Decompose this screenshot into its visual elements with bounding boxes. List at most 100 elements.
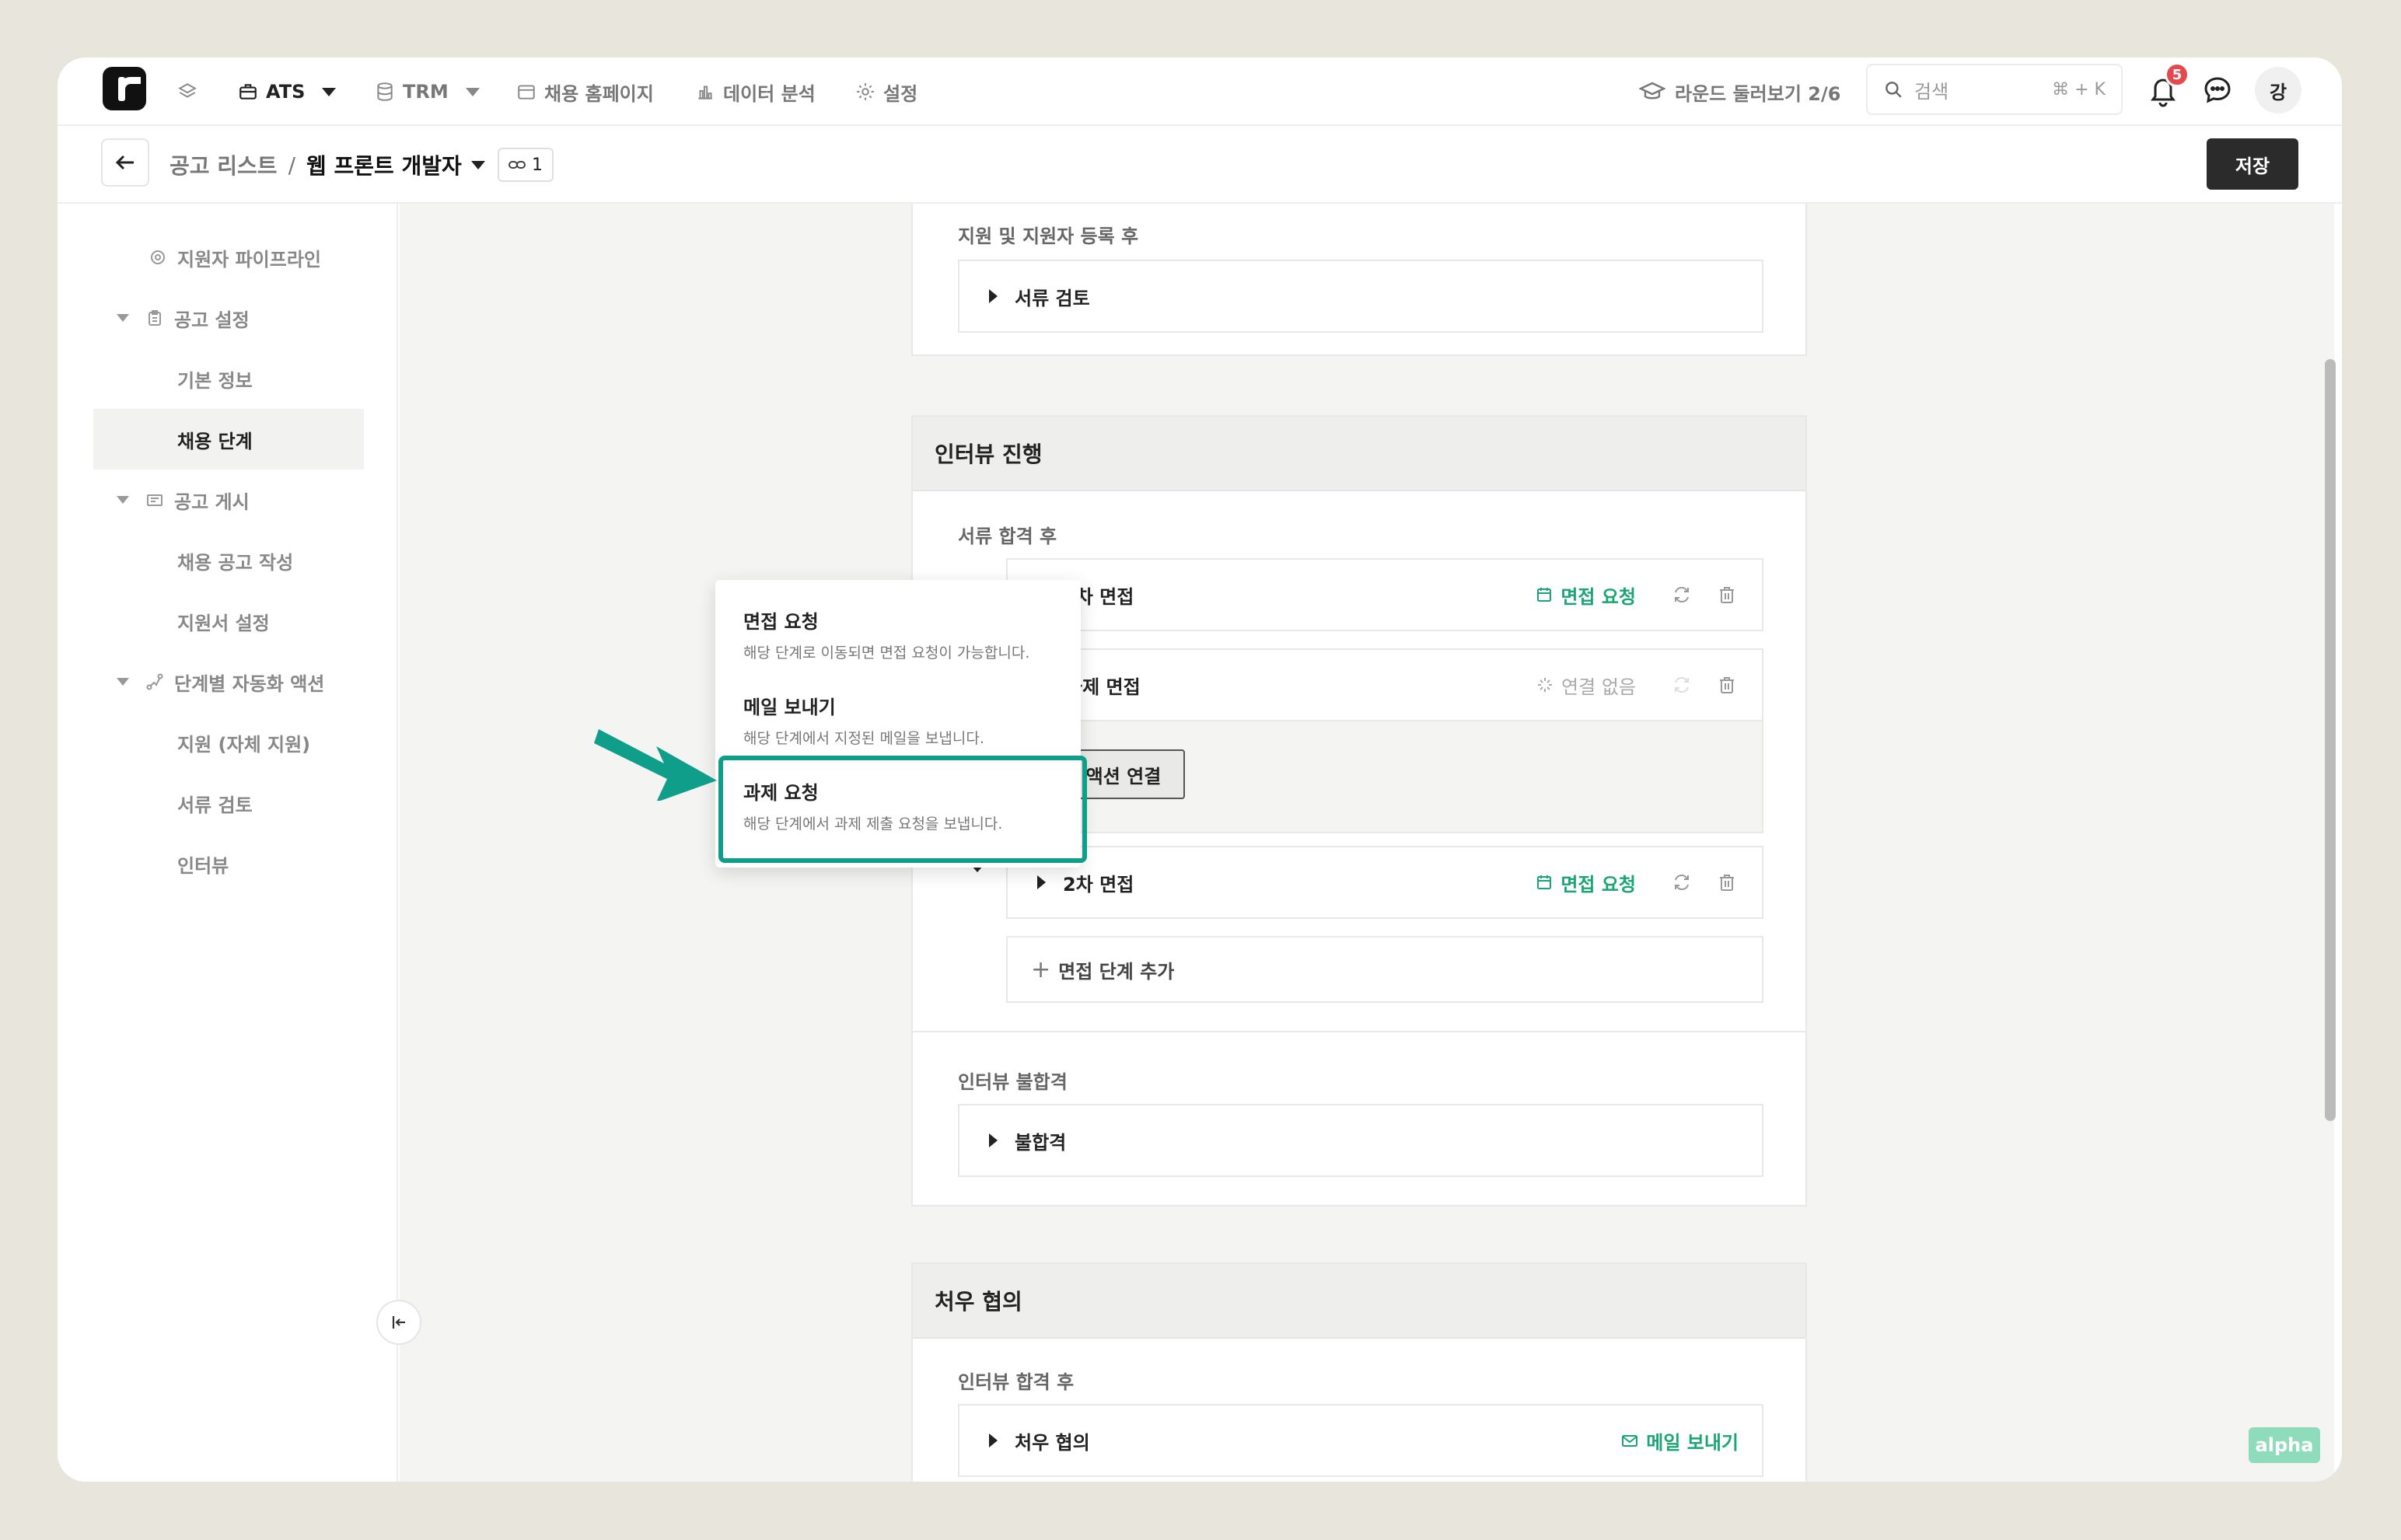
stage-row-offer[interactable]: 처우 협의 메일 보내기 <box>958 1404 1763 1477</box>
action-label: 면접 요청 <box>1560 585 1636 608</box>
app-logo[interactable] <box>103 67 146 110</box>
sidebar-section-automation[interactable]: 단계별 자동화 액션 <box>93 651 364 712</box>
nav-career-site[interactable]: 채용 홈페이지 <box>516 58 654 126</box>
card-title: 처우 협의 <box>913 1264 1805 1339</box>
back-button[interactable] <box>101 138 149 187</box>
sidebar-section-job-settings[interactable]: 공고 설정 <box>93 288 364 348</box>
refresh-icon[interactable] <box>1672 675 1692 695</box>
add-interview-stage-button[interactable]: + 면접 단계 추가 <box>1006 936 1763 1003</box>
stage-row-document-review[interactable]: 서류 검토 <box>958 260 1763 333</box>
breadcrumb: 공고 리스트 / 웹 프론트 개발자 <box>170 126 485 204</box>
database-icon <box>377 82 393 101</box>
sidebar-item-hiring-stages[interactable]: 채용 단계 <box>93 409 364 470</box>
mail-icon <box>1622 1435 1638 1447</box>
sidebar-item-pipeline[interactable]: 지원자 파이프라인 <box>93 227 364 288</box>
sidebar-item-self-apply[interactable]: 지원 (자체 지원) <box>93 712 364 773</box>
nav-ats[interactable]: ATS <box>238 58 337 126</box>
scrollbar[interactable] <box>2325 359 2336 1121</box>
graduation-cap-icon <box>1639 82 1665 100</box>
sidebar-item-label: 채용 공고 작성 <box>177 551 294 574</box>
layers-icon[interactable] <box>177 58 197 126</box>
link-count: 1 <box>532 155 543 175</box>
link-icon <box>509 161 526 169</box>
sidebar-item-label: 서류 검토 <box>177 794 253 816</box>
sidebar-item-application-form[interactable]: 지원서 설정 <box>93 591 364 651</box>
chevron-down-icon <box>117 678 129 686</box>
sidebar-item-label: 단계별 자동화 액션 <box>174 672 325 695</box>
pointer-arrow-icon <box>594 729 717 801</box>
stage-expand-panel: 액션 연결 <box>1006 721 1763 833</box>
stage-row-second-interview[interactable]: 2차 면접 면접 요청 <box>1006 846 1763 919</box>
stage-row-assignment-interview[interactable]: 과제 면접 연결 없음 <box>1006 648 1763 721</box>
action-label: 메일 보내기 <box>1646 1431 1739 1454</box>
bar-chart-icon <box>698 86 712 100</box>
nav-trm-label: TRM <box>403 81 449 103</box>
round-tour[interactable]: 라운드 둘러보기 2/6 <box>1639 58 1840 126</box>
avatar[interactable]: 강 <box>2255 67 2301 113</box>
nav-analytics[interactable]: 데이터 분석 <box>695 58 816 126</box>
trash-icon[interactable] <box>1717 872 1737 892</box>
alpha-badge: alpha <box>2249 1427 2320 1463</box>
collapse-sidebar-button[interactable] <box>376 1300 421 1345</box>
main-content: 지원 및 지원자 등록 후 서류 검토 인터뷰 진행 서류 합격 후 1차 면접… <box>400 204 2334 1482</box>
trash-icon[interactable] <box>1717 585 1737 605</box>
stage-card-offer: 처우 협의 인터뷰 합격 후 처우 협의 메일 보내기 <box>911 1262 1807 1482</box>
search-icon <box>1886 82 1902 98</box>
action-label: 면접 요청 <box>1560 873 1636 896</box>
menu-item-desc: 해당 단계로 이동되면 면접 요청이 가능합니다. <box>743 644 1030 662</box>
sidebar-item-document-review[interactable]: 서류 검토 <box>93 773 364 833</box>
breadcrumb-job-list[interactable]: 공고 리스트 <box>170 149 278 180</box>
notification-badge: 5 <box>2165 62 2190 87</box>
stage-row-rejected[interactable]: 불합격 <box>958 1104 1763 1177</box>
refresh-icon[interactable] <box>1672 585 1692 605</box>
stage-name: 불합격 <box>1015 1131 1067 1154</box>
connect-action-label: 액션 연결 <box>1085 765 1162 787</box>
search-input[interactable]: 검색 ⌘ + K <box>1866 64 2123 115</box>
stage-row-first-interview[interactable]: 1차 면접 면접 요청 <box>1006 558 1763 631</box>
action-dropdown-menu: 면접 요청 해당 단계로 이동되면 면접 요청이 가능합니다. 메일 보내기 해… <box>715 580 1081 868</box>
arrow-left-icon <box>115 155 134 170</box>
sidebar: 지원자 파이프라인 공고 설정 기본 정보 채용 단계 공고 게시 채용 공고 … <box>58 204 398 1482</box>
sidebar-item-write-posting[interactable]: 채용 공고 작성 <box>93 530 364 591</box>
nav-ats-label: ATS <box>266 81 306 103</box>
flow-icon <box>146 673 163 690</box>
group-label: 인터뷰 합격 후 <box>958 1371 1075 1393</box>
sidebar-item-basic-info[interactable]: 기본 정보 <box>93 348 364 409</box>
calendar-icon <box>1537 588 1552 602</box>
interview-request-action[interactable]: 면접 요청 <box>1536 581 1636 609</box>
refresh-icon[interactable] <box>1672 872 1692 892</box>
trash-icon[interactable] <box>1717 675 1737 695</box>
sidebar-item-label: 지원자 파이프라인 <box>177 248 321 271</box>
app-window: ATS TRM 채용 홈페이지 데이터 분석 설정 라운드 둘러보기 2/6 검… <box>58 58 2342 1482</box>
link-chip[interactable]: 1 <box>498 148 554 182</box>
browser-icon <box>518 85 535 100</box>
chevron-down-icon <box>117 496 129 504</box>
board-icon <box>147 494 163 506</box>
nav-analytics-label: 데이터 분석 <box>723 82 816 105</box>
menu-item-send-mail[interactable]: 메일 보내기 해당 단계에서 지정된 메일을 보냅니다. <box>715 692 1081 748</box>
nav-settings-label: 설정 <box>883 82 918 105</box>
chat-icon[interactable] <box>2199 72 2236 109</box>
sidebar-item-interview[interactable]: 인터뷰 <box>93 833 364 894</box>
nav-settings[interactable]: 설정 <box>855 58 917 126</box>
target-icon <box>151 250 165 264</box>
stage-name: 서류 검토 <box>1015 287 1090 309</box>
interview-request-action[interactable]: 면접 요청 <box>1536 869 1636 896</box>
breadcrumb-current-job[interactable]: 웹 프론트 개발자 <box>306 149 485 180</box>
menu-item-interview-request[interactable]: 면접 요청 해당 단계로 이동되면 면접 요청이 가능합니다. <box>715 606 1081 662</box>
stage-name: 2차 면접 <box>1063 873 1134 896</box>
sidebar-item-label: 인터뷰 <box>177 854 229 877</box>
sidebar-item-label: 공고 설정 <box>174 309 250 331</box>
current-job-title: 웹 프론트 개발자 <box>306 153 462 179</box>
menu-item-assignment-request[interactable]: 과제 요청 해당 단계에서 과제 제출 요청을 보냅니다. <box>715 777 1081 833</box>
nav-trm[interactable]: TRM <box>375 58 480 126</box>
chevron-down-icon <box>470 160 485 169</box>
group-label: 인터뷰 불합격 <box>958 1071 1068 1093</box>
send-mail-action[interactable]: 메일 보내기 <box>1621 1427 1739 1454</box>
menu-item-desc: 해당 단계에서 지정된 메일을 보냅니다. <box>743 730 984 747</box>
sidebar-section-job-posting[interactable]: 공고 게시 <box>93 470 364 530</box>
menu-item-title: 메일 보내기 <box>743 697 836 718</box>
menu-item-title: 면접 요청 <box>743 611 819 633</box>
chevron-down-icon <box>117 314 129 322</box>
save-button[interactable]: 저장 <box>2207 138 2298 190</box>
